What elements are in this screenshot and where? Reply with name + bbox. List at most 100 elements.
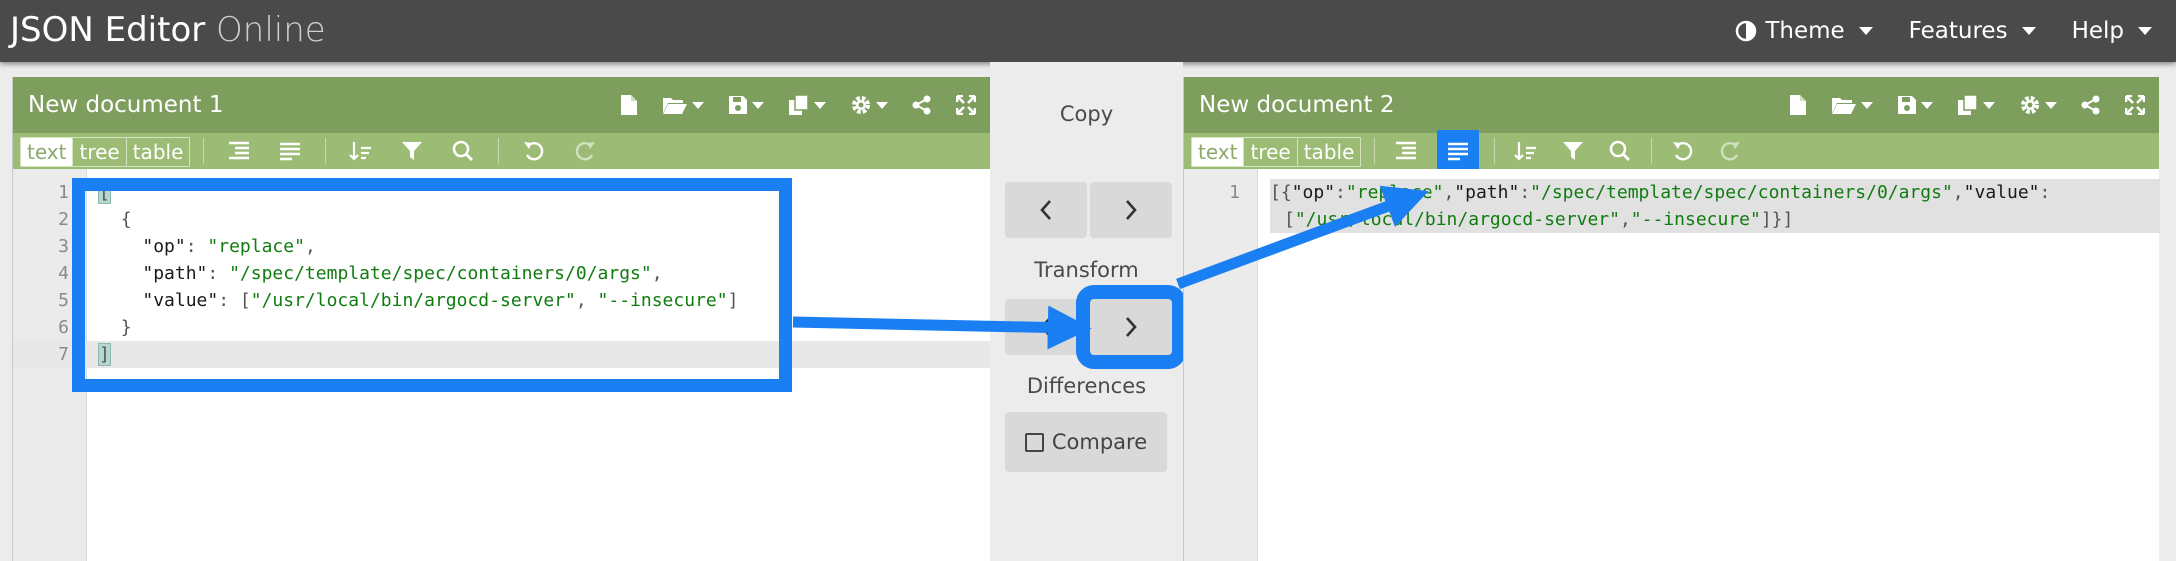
left-document-title[interactable]: New document 1 <box>28 77 223 133</box>
undo-button[interactable] <box>518 135 550 167</box>
chevron-down-icon <box>752 101 764 109</box>
compact-button[interactable] <box>274 135 306 167</box>
share-button[interactable] <box>2081 95 2101 115</box>
chevron-down-icon <box>1861 101 1873 109</box>
right-mode-switch: text tree table <box>1191 137 1362 167</box>
save-menu-button[interactable] <box>728 95 764 115</box>
right-code-editor[interactable]: 1 [{"op":"replace","path":"/spec/templat… <box>1184 169 2160 561</box>
compact-button[interactable] <box>1437 130 1479 172</box>
format-button[interactable] <box>223 135 255 167</box>
filter-button[interactable] <box>1557 135 1589 167</box>
sort-button[interactable] <box>345 135 377 167</box>
code-line: 2 { <box>13 206 990 233</box>
chevron-down-icon <box>2045 101 2057 109</box>
mode-table-tab[interactable]: table <box>1298 138 1361 166</box>
share-button[interactable] <box>912 95 932 115</box>
right-toolbar: text tree table <box>1184 130 2159 172</box>
left-toolbar: text tree table <box>13 133 990 169</box>
mode-tree-tab[interactable]: tree <box>73 138 127 166</box>
mode-text-tab[interactable]: text <box>1192 138 1245 166</box>
transform-to-left-button[interactable] <box>1005 299 1087 355</box>
share-icon <box>912 95 931 115</box>
search-button[interactable] <box>1604 135 1636 167</box>
filter-icon <box>1563 142 1583 160</box>
fullscreen-button[interactable] <box>956 95 976 115</box>
left-panel-actions <box>620 77 976 133</box>
toolbar-divider <box>1651 138 1652 164</box>
chevron-down-icon <box>876 101 888 109</box>
line-number: 6 <box>58 317 69 338</box>
transform-to-right-button[interactable] <box>1076 285 1186 369</box>
compare-button[interactable]: Compare <box>1005 412 1167 472</box>
code-line: 4 "path": "/spec/template/spec/container… <box>13 260 990 287</box>
new-document-button[interactable] <box>1789 94 1807 116</box>
settings-menu-button[interactable] <box>2019 94 2057 116</box>
chevron-down-icon <box>692 101 704 109</box>
new-document-icon <box>621 95 637 115</box>
features-menu[interactable]: Features <box>1909 18 2036 44</box>
app-logo[interactable]: JSON Editor Online <box>10 7 326 53</box>
json-bracket: ]}] <box>1760 209 1794 230</box>
copy-icon <box>1958 94 1978 115</box>
toolbar-divider <box>498 138 499 164</box>
code-line: 6 } <box>13 314 990 341</box>
filter-button[interactable] <box>396 135 428 167</box>
help-menu[interactable]: Help <box>2072 18 2152 44</box>
theme-menu[interactable]: Theme <box>1735 18 1873 44</box>
mode-tree-tab[interactable]: tree <box>1244 138 1298 166</box>
toolbar-divider <box>203 138 204 164</box>
search-icon <box>1609 140 1630 161</box>
chevron-down-icon <box>1921 101 1933 109</box>
json-key: "op" <box>142 236 186 257</box>
mode-table-tab[interactable]: table <box>127 138 190 166</box>
left-mode-switch: text tree table <box>20 137 191 167</box>
app-title-suffix: Online <box>216 10 326 50</box>
copy-icon <box>789 94 809 115</box>
sort-button[interactable] <box>1510 135 1542 167</box>
line-number: 1 <box>1229 182 1240 203</box>
copy-menu-button[interactable] <box>1957 94 1995 116</box>
open-menu-button[interactable] <box>662 95 704 115</box>
filter-icon <box>402 142 422 160</box>
open-menu-button[interactable] <box>1831 95 1873 115</box>
save-menu-button[interactable] <box>1897 95 1933 115</box>
line-number: 5 <box>58 290 69 311</box>
json-key: "value" <box>142 290 219 311</box>
settings-menu-button[interactable] <box>850 94 888 116</box>
theme-menu-label: Theme <box>1765 18 1845 44</box>
format-button[interactable] <box>1390 135 1422 167</box>
right-editor-panel: New document 2 text tree table 1 [{"op":… <box>1183 77 2160 561</box>
compact-icon <box>1448 142 1468 161</box>
redo-button[interactable] <box>1714 135 1746 167</box>
left-panel-header: New document 1 <box>13 77 990 133</box>
left-code-editor[interactable]: 1[ 2 { 3 "op": "replace", 4 "path": "/sp… <box>13 169 990 561</box>
redo-icon <box>1720 142 1740 161</box>
chevron-down-icon <box>814 101 826 109</box>
copy-to-right-button[interactable] <box>1090 182 1172 238</box>
undo-button[interactable] <box>1667 135 1699 167</box>
chevron-down-icon <box>1858 27 1873 35</box>
mode-text-tab[interactable]: text <box>21 138 74 166</box>
save-icon <box>729 96 747 114</box>
json-bracket: [{ <box>1270 182 1292 203</box>
redo-button[interactable] <box>569 135 601 167</box>
json-string: "/usr/local/bin/argocd-server" <box>250 290 576 311</box>
json-string: "replace" <box>207 236 305 257</box>
new-document-button[interactable] <box>620 94 638 116</box>
contrast-icon <box>1736 20 1757 42</box>
compact-icon <box>280 142 300 161</box>
fullscreen-button[interactable] <box>2125 95 2145 115</box>
copy-to-left-button[interactable] <box>1005 182 1087 238</box>
json-key: "path" <box>1454 182 1520 203</box>
undo-icon <box>1673 142 1693 161</box>
line-number: 3 <box>58 236 69 257</box>
right-document-title[interactable]: New document 2 <box>1199 77 1394 133</box>
app-title: JSON Editor <box>10 10 206 50</box>
copy-menu-button[interactable] <box>788 94 826 116</box>
folder-open-icon <box>663 98 687 114</box>
chevron-down-icon <box>2138 27 2152 35</box>
line-number: 1 <box>58 182 69 203</box>
share-icon <box>2081 95 2100 115</box>
sort-icon <box>349 142 371 161</box>
search-button[interactable] <box>447 135 479 167</box>
